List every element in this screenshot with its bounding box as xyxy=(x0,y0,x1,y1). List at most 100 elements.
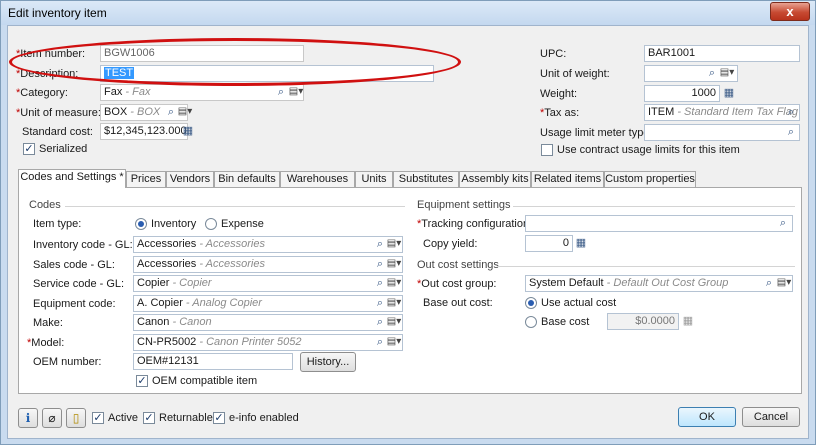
contract-usage-label: Use contract usage limits for this item xyxy=(557,144,740,156)
base-out-cost-label: Base out cost: xyxy=(423,297,493,309)
title-bar: Edit inventory item x xyxy=(1,1,815,25)
standard-cost-label: Standard cost: xyxy=(22,126,93,138)
unit-of-measure-label: *Unit of measure: xyxy=(16,107,101,119)
search-icon[interactable]: ⌕ xyxy=(784,105,798,119)
serialized-checkbox[interactable]: ✓ xyxy=(23,143,35,155)
dropdown-icon[interactable]: ▤▾ xyxy=(287,85,305,99)
cancel-button[interactable]: Cancel xyxy=(742,407,800,427)
dialog-body: *Item number: BGW1006 *Description: TEST… xyxy=(7,25,809,439)
tab-bin-defaults[interactable]: Bin defaults xyxy=(214,171,280,187)
required-asterisk: * xyxy=(16,87,21,99)
contract-usage-checkbox[interactable] xyxy=(541,144,553,156)
note-icon[interactable]: ▯ xyxy=(66,408,86,428)
search-icon[interactable]: ⌕ xyxy=(274,85,288,99)
model-label: *Model: xyxy=(27,337,65,349)
required-asterisk: * xyxy=(16,107,21,119)
base-cost-label: Base cost xyxy=(541,316,590,328)
usage-limit-label: Usage limit meter type: xyxy=(540,127,653,139)
dropdown-icon[interactable]: ▤▾ xyxy=(385,335,403,349)
history-button[interactable]: History... xyxy=(300,352,356,372)
outcost-group-desc: - Default Out Cost Group xyxy=(603,277,729,289)
dropdown-icon[interactable]: ▤▾ xyxy=(718,66,736,80)
tab-prices[interactable]: Prices xyxy=(126,171,166,187)
base-cost-radio[interactable] xyxy=(525,316,537,328)
model-field[interactable]: CN-PR5002 - Canon Printer 5052 xyxy=(133,334,403,351)
tab-warehouses[interactable]: Warehouses xyxy=(280,171,355,187)
use-actual-cost-radio[interactable] xyxy=(525,297,537,309)
tax-as-field[interactable]: ITEM - Standard Item Tax Flag xyxy=(644,104,800,121)
calculator-icon[interactable]: ▦ xyxy=(722,86,736,100)
required-asterisk: * xyxy=(27,337,32,349)
copy-yield-field[interactable]: 0 xyxy=(525,235,573,252)
sales-gl-desc: - Accessories xyxy=(196,258,265,270)
inventory-radio[interactable] xyxy=(135,218,147,230)
make-desc: - Canon xyxy=(169,316,212,328)
oem-compatible-checkbox[interactable]: ✓ xyxy=(136,375,148,387)
oem-number-label: OEM number: xyxy=(33,356,102,368)
tab-units[interactable]: Units xyxy=(355,171,393,187)
tab-substitutes[interactable]: Substitutes xyxy=(393,171,459,187)
service-gl-label: Service code - GL: xyxy=(33,278,125,290)
attach-icon[interactable]: ⌀ xyxy=(42,408,62,428)
equipment-section-title: Equipment settings xyxy=(417,199,511,211)
make-field[interactable]: Canon - Canon xyxy=(133,314,403,331)
info-icon[interactable]: ℹ xyxy=(18,408,38,428)
active-checkbox[interactable]: ✓ xyxy=(92,412,104,424)
close-button[interactable]: x xyxy=(770,2,810,21)
search-icon[interactable]: ⌕ xyxy=(784,125,798,139)
uom-value: BOX xyxy=(104,106,128,118)
tracking-field[interactable] xyxy=(525,215,793,232)
sales-gl-label: Sales code - GL: xyxy=(33,259,115,271)
outcost-section-title: Out cost settings xyxy=(417,259,499,271)
outcost-divider xyxy=(497,266,795,267)
service-gl-field[interactable]: Copier - Copier xyxy=(133,275,403,292)
dropdown-icon[interactable]: ▤▾ xyxy=(385,276,403,290)
expense-radio[interactable] xyxy=(205,218,217,230)
inventory-gl-label: Inventory code - GL: xyxy=(33,239,133,251)
category-label: *Category: xyxy=(16,87,68,99)
ok-button[interactable]: OK xyxy=(678,407,736,427)
oem-number-field[interactable]: OEM#12131 xyxy=(133,353,293,370)
category-desc: - Fax xyxy=(122,86,151,98)
calculator-icon[interactable]: ▦ xyxy=(574,236,588,250)
dropdown-icon[interactable]: ▤▾ xyxy=(385,237,403,251)
upc-field[interactable]: BAR1001 xyxy=(644,45,800,62)
outcost-group-label: *Out cost group: xyxy=(417,278,497,290)
annotation-ellipse xyxy=(9,38,461,86)
search-icon[interactable]: ⌕ xyxy=(762,276,776,290)
dropdown-icon[interactable]: ▤▾ xyxy=(385,257,403,271)
search-icon[interactable]: ⌕ xyxy=(776,216,790,230)
dropdown-icon[interactable]: ▤▾ xyxy=(385,296,403,310)
dropdown-icon[interactable]: ▤▾ xyxy=(775,276,793,290)
base-cost-field[interactable]: $0.0000 xyxy=(607,313,679,330)
required-asterisk: * xyxy=(540,107,545,119)
equipment-code-field[interactable]: A. Copier - Analog Copier xyxy=(133,295,403,312)
model-desc: - Canon Printer 5052 xyxy=(196,336,302,348)
tab-assembly-kits[interactable]: Assembly kits xyxy=(459,171,531,187)
dropdown-icon[interactable]: ▤▾ xyxy=(176,105,194,119)
usage-limit-field[interactable] xyxy=(644,124,800,141)
inventory-gl-field[interactable]: Accessories - Accessories xyxy=(133,236,403,253)
codes-divider xyxy=(65,206,405,207)
tab-custom-properties[interactable]: Custom properties xyxy=(604,171,696,187)
standard-cost-field[interactable]: $12,345,123.0000 xyxy=(100,123,188,140)
tab-related-items[interactable]: Related items xyxy=(531,171,604,187)
returnable-checkbox[interactable]: ✓ xyxy=(143,412,155,424)
serialized-label: Serialized xyxy=(39,143,88,155)
tracking-label-text: Tracking configuration: xyxy=(421,218,533,230)
weight-field[interactable]: 1000 xyxy=(644,85,720,102)
einfo-checkbox[interactable]: ✓ xyxy=(213,412,225,424)
tab-codes-and-settings[interactable]: Codes and Settings * xyxy=(18,169,126,188)
equipment-code-value: A. Copier xyxy=(137,297,183,309)
edit-inventory-item-window: Edit inventory item x *Item number: BGW1… xyxy=(0,0,816,445)
weight-label: Weight: xyxy=(540,88,578,100)
use-actual-cost-label: Use actual cost xyxy=(541,297,617,309)
calculator-icon[interactable]: ▦ xyxy=(181,124,195,138)
sales-gl-field[interactable]: Accessories - Accessories xyxy=(133,256,403,273)
dropdown-icon[interactable]: ▤▾ xyxy=(385,315,403,329)
calculator-icon[interactable]: ▦ xyxy=(681,314,695,328)
tab-vendors[interactable]: Vendors xyxy=(166,171,214,187)
outcost-group-field[interactable]: System Default - Default Out Cost Group xyxy=(525,275,793,292)
sales-gl-value: Accessories xyxy=(137,258,197,270)
search-icon[interactable]: ⌕ xyxy=(705,66,719,80)
